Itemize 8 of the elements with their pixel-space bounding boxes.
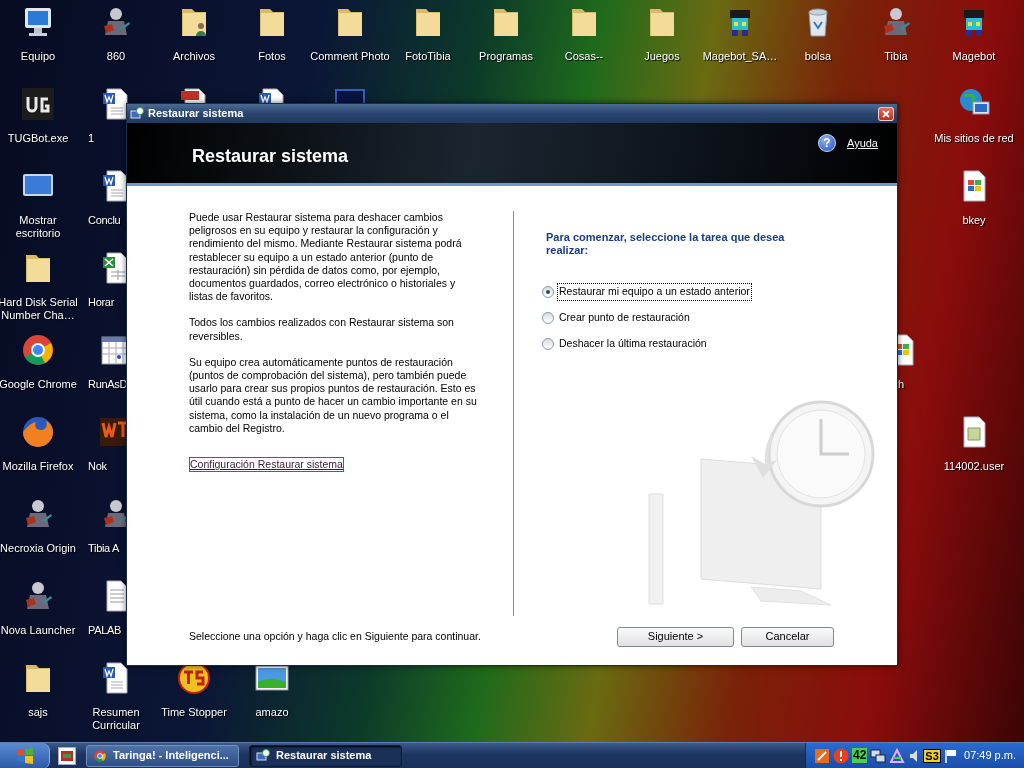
clock: 07:49 p.m.	[964, 748, 1016, 764]
window-title: Restaurar sistema	[148, 106, 244, 122]
header-title: Restaurar sistema	[192, 144, 349, 168]
footer-hint: Seleccione una opción y haga clic en Siguiente para continuar.	[189, 628, 481, 644]
task-heading: Para comenzar, seleccione la tarea que desea realizar:	[546, 231, 786, 257]
body-text: Su equipo crea automáticamente puntos de restauración (puntos de comprobación del sistema), pero también puede usarlo para crear sus propios puntos de restauración. Esto es útil cuando está a punto de hacer un cambio importante en su sistema, como la instalación de un nuevo programa o el cambio del Registro.	[189, 355, 477, 436]
body-text: Puede usar Restaurar sistema para deshacer cambios peligrosos en su equipo y restaurar la configuración y rendimiento del mismo. Mediante Restaurar sistema podrá restablecer su equipo a un estado anterior (punto de restauración) sin pérdida de datos como, por ejemplo, documentos guardados, correo electrónico o historiales y listas de favoritos.	[189, 211, 463, 304]
body-text: Todos los cambios realizados con Restaurar sistema son reversibles.	[189, 316, 455, 343]
